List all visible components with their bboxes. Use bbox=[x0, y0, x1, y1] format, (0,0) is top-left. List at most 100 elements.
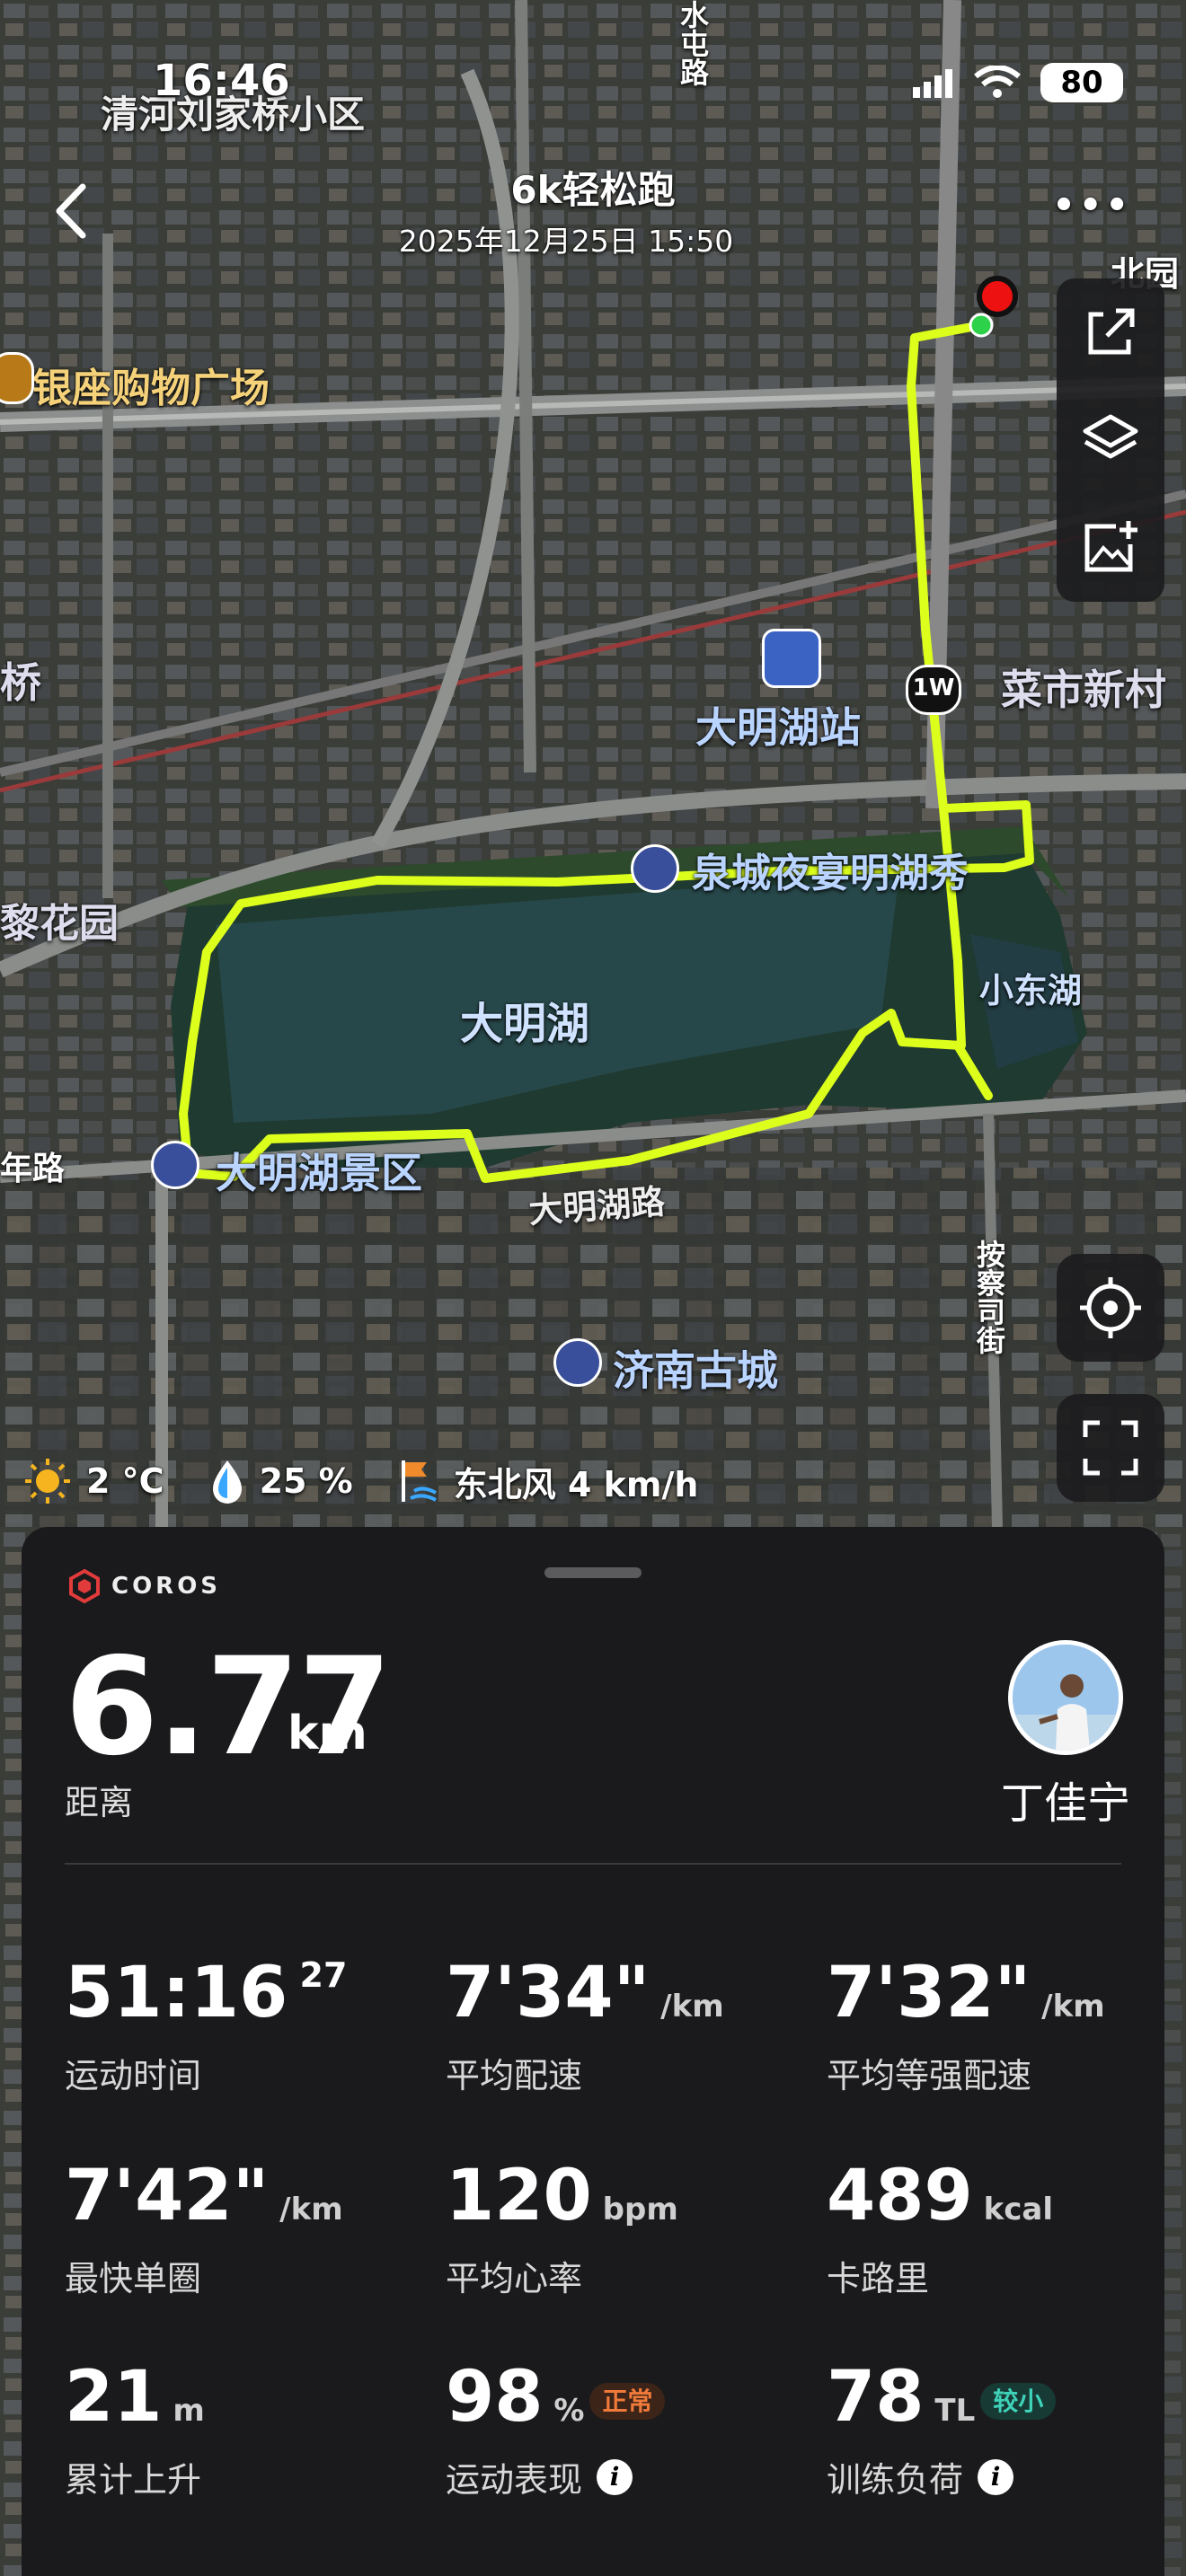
map-label-station: 大明湖站 bbox=[695, 703, 861, 752]
metric-number: 489 bbox=[827, 2156, 973, 2236]
metric-number: 7'32" bbox=[827, 1953, 1031, 2033]
old-city-icon bbox=[553, 1338, 602, 1387]
wind-value: 东北风 4 km/h bbox=[453, 1464, 699, 1504]
metric-badge: 正常 bbox=[589, 2382, 666, 2420]
metric-label: 最快单圈 bbox=[65, 2251, 343, 2300]
metric-unit: kcal bbox=[972, 2192, 1054, 2228]
metric-0: 51:16 27 运动时间 bbox=[65, 1958, 347, 2097]
metric-number: 7'34" bbox=[446, 1953, 651, 2033]
wifi-icon bbox=[974, 66, 1021, 98]
metric-label-text: 最快单圈 bbox=[65, 2259, 202, 2298]
metric-label: 训练负荷 i bbox=[827, 2452, 1056, 2501]
metric-badge: 较小 bbox=[980, 2382, 1057, 2420]
night-show-icon bbox=[631, 844, 679, 893]
sun-icon bbox=[25, 1459, 70, 1504]
map-label-old-city: 济南古城 bbox=[613, 1346, 778, 1395]
more-options-icon[interactable]: ••• bbox=[1052, 185, 1132, 226]
metric-unit: % bbox=[543, 2393, 585, 2429]
battery-indicator: 80 bbox=[1040, 63, 1123, 102]
weather-bar: 2 °C 25 % 东北风 4 km/h bbox=[22, 1455, 725, 1507]
locate-button[interactable] bbox=[1057, 1254, 1164, 1362]
add-photo-icon[interactable] bbox=[1076, 514, 1145, 582]
status-time: 16:46 bbox=[153, 56, 290, 106]
metric-3: 7'42" /km 最快单圈 bbox=[65, 2161, 343, 2300]
map-label-scenic: 大明湖景区 bbox=[216, 1149, 422, 1197]
metric-value: 120 bpm bbox=[446, 2161, 678, 2231]
map-label-bridge: 桥 bbox=[0, 658, 41, 707]
metric-label-text: 运动时间 bbox=[65, 2056, 202, 2095]
target-icon bbox=[1080, 1277, 1141, 1338]
layers-icon[interactable] bbox=[1076, 406, 1145, 474]
metric-unit: bpm bbox=[591, 2192, 678, 2228]
mall-icon bbox=[0, 352, 34, 404]
status-icons: 80 bbox=[911, 63, 1123, 102]
metric-6: 21 m 累计上升 bbox=[65, 2362, 205, 2501]
map-label-anchasi: 按察司街 bbox=[972, 1239, 1006, 1354]
metric-5: 489 kcal 卡路里 bbox=[827, 2161, 1053, 2300]
humidity-drop-icon bbox=[212, 1460, 242, 1504]
metric-value: 7'34" /km bbox=[446, 1958, 724, 2028]
metric-value: 7'32" /km bbox=[827, 1958, 1105, 2028]
distance-unit: km bbox=[288, 1707, 367, 1760]
map-label-year-road: 年路 bbox=[0, 1151, 66, 1187]
map-label-shuitun: 水屯路 bbox=[676, 0, 710, 86]
metric-unit: /km bbox=[650, 1989, 724, 2025]
metric-label: 卡路里 bbox=[827, 2251, 1053, 2300]
map-tools-panel bbox=[1057, 278, 1164, 602]
drag-handle[interactable] bbox=[544, 1567, 642, 1578]
metric-number: 7'42" bbox=[65, 2156, 270, 2236]
info-icon[interactable]: i bbox=[597, 2458, 633, 2495]
map-label-night-show: 泉城夜宴明湖秀 bbox=[692, 851, 969, 896]
activity-datetime: 2025年12月25日 15:50 bbox=[398, 224, 734, 259]
metric-unit: m bbox=[162, 2393, 205, 2429]
metric-number: 98 bbox=[446, 2357, 544, 2438]
info-icon[interactable]: i bbox=[978, 2458, 1014, 2495]
expand-icon bbox=[1083, 1420, 1138, 1476]
temperature-value: 2 °C bbox=[86, 1461, 164, 1501]
map-label-village: 菜市新村 bbox=[1001, 666, 1166, 714]
metric-label: 平均心率 bbox=[446, 2251, 678, 2300]
metric-value: 78 TL 较小 bbox=[827, 2362, 1057, 2432]
fullscreen-button[interactable] bbox=[1057, 1394, 1164, 1502]
metric-2: 7'32" /km 平均等强配速 bbox=[827, 1958, 1105, 2097]
brand-name: COROS bbox=[111, 1573, 222, 1600]
metric-unit: /km bbox=[1031, 1989, 1105, 2025]
metric-value: 489 kcal bbox=[827, 2161, 1053, 2231]
map-label-xiaodonghu: 小东湖 bbox=[979, 971, 1083, 1010]
metric-label: 累计上升 bbox=[65, 2452, 205, 2501]
map-label-mall: 银座购物广场 bbox=[32, 366, 270, 411]
road-badge: 1W bbox=[906, 665, 961, 715]
humidity-value: 25 % bbox=[259, 1461, 353, 1501]
metric-label-text: 平均心率 bbox=[446, 2259, 583, 2298]
metric-label-text: 训练负荷 bbox=[827, 2460, 964, 2500]
wind-flag-icon bbox=[401, 1460, 437, 1502]
signal-icon bbox=[913, 69, 952, 98]
scenic-icon bbox=[151, 1141, 199, 1189]
metric-value: 7'42" /km bbox=[65, 2161, 343, 2231]
metric-number: 78 bbox=[827, 2357, 925, 2438]
metric-label: 平均配速 bbox=[446, 2048, 724, 2097]
metric-number: 21 bbox=[65, 2357, 163, 2438]
metric-4: 120 bpm 平均心率 bbox=[446, 2161, 678, 2300]
metric-label-text: 累计上升 bbox=[65, 2460, 202, 2500]
metric-value: 51:16 27 bbox=[65, 1958, 347, 2028]
metric-7: 98 % 正常 运动表现 i bbox=[446, 2362, 666, 2501]
metric-unit: /km bbox=[269, 2192, 343, 2228]
distance-label: 距离 bbox=[65, 1783, 134, 1822]
share-icon[interactable] bbox=[1076, 298, 1145, 366]
map-label-park: 黎花园 bbox=[0, 901, 119, 947]
divider bbox=[65, 1863, 1121, 1865]
metric-label-text: 平均配速 bbox=[446, 2056, 583, 2095]
metric-sup: 27 bbox=[288, 1955, 348, 1995]
metric-8: 78 TL 较小训练负荷 i bbox=[827, 2362, 1057, 2501]
metric-value: 21 m bbox=[65, 2362, 205, 2432]
metric-unit: TL bbox=[924, 2393, 976, 2429]
map-label-lake: 大明湖 bbox=[460, 999, 590, 1049]
avatar[interactable] bbox=[1008, 1640, 1123, 1755]
brand-logo: COROS bbox=[66, 1568, 221, 1604]
user-name[interactable]: 丁佳宁 bbox=[958, 1768, 1173, 1831]
metric-number: 120 bbox=[446, 2156, 592, 2236]
metric-label-text: 运动表现 bbox=[446, 2460, 583, 2500]
metric-label-text: 卡路里 bbox=[827, 2259, 930, 2298]
metric-number: 51:16 bbox=[65, 1953, 288, 2033]
